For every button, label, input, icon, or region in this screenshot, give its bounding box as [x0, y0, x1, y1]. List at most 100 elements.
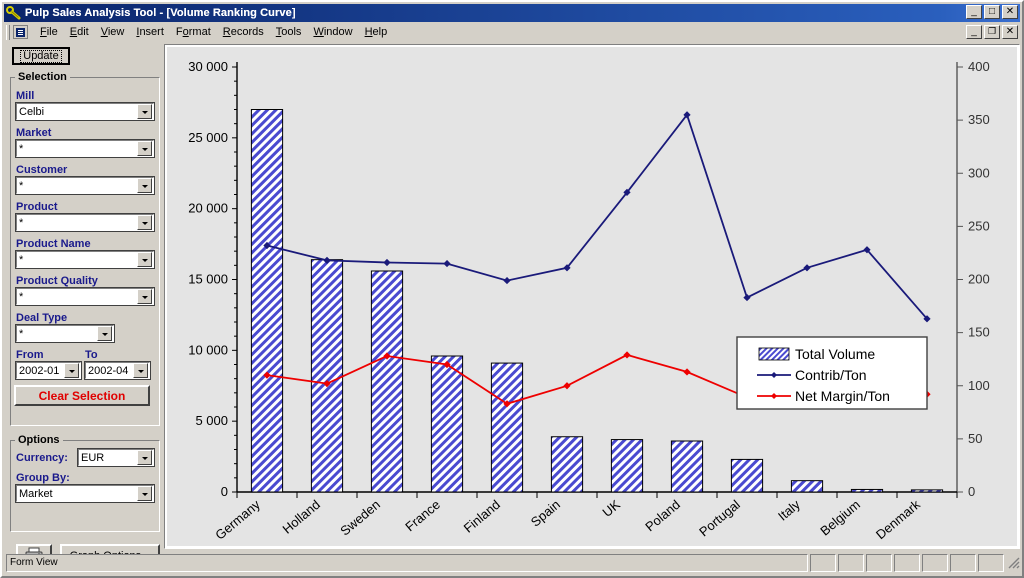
- combo-to-date[interactable]: 2002-04: [84, 361, 151, 380]
- mdi-minimize-button[interactable]: _: [966, 25, 982, 39]
- svg-text:5 000: 5 000: [195, 413, 228, 428]
- chevron-down-icon[interactable]: [137, 104, 152, 119]
- close-button[interactable]: ✕: [1002, 5, 1018, 19]
- update-button-label: Update: [20, 49, 62, 63]
- label-market: Market: [16, 127, 52, 139]
- chevron-down-icon[interactable]: [97, 326, 112, 341]
- combo-mill[interactable]: Celbi: [15, 102, 155, 121]
- chevron-down-icon[interactable]: [133, 363, 148, 378]
- title-bar: Pulp Sales Analysis Tool - [Volume Ranki…: [4, 4, 1020, 22]
- mdi-close-button[interactable]: ✕: [1002, 25, 1018, 39]
- menu-item-edit[interactable]: Edit: [64, 24, 95, 40]
- svg-text:350: 350: [968, 112, 990, 127]
- chart-bar: [310, 259, 344, 493]
- svg-text:250: 250: [968, 218, 990, 233]
- chart-bar: [430, 355, 464, 493]
- resize-grip[interactable]: [1006, 554, 1020, 572]
- menu-item-tools[interactable]: Tools: [270, 24, 308, 40]
- combo-product-quality[interactable]: *: [15, 287, 155, 306]
- selection-sidebar: Update Selection Mill Celbi Market * Cus…: [6, 44, 162, 568]
- menu-item-help[interactable]: Help: [359, 24, 394, 40]
- chart-bar: [790, 480, 824, 493]
- form-view-icon[interactable]: [13, 25, 28, 39]
- svg-text:200: 200: [968, 272, 990, 287]
- clear-selection-label: Clear Selection: [38, 388, 126, 403]
- combo-product-value: *: [19, 216, 24, 229]
- combo-from-date-value: 2002-01: [19, 364, 60, 377]
- label-group-by: Group By:: [16, 472, 70, 484]
- menu-item-format[interactable]: Format: [170, 24, 217, 40]
- status-text: Form View: [6, 554, 808, 572]
- chart-bar: [370, 270, 404, 493]
- label-currency: Currency:: [16, 452, 68, 464]
- status-cell: [894, 554, 920, 572]
- label-mill: Mill: [16, 90, 35, 102]
- chevron-down-icon[interactable]: [137, 215, 152, 230]
- menu-drag-grip[interactable]: [6, 24, 10, 40]
- svg-text:100: 100: [968, 378, 990, 393]
- chevron-down-icon[interactable]: [137, 486, 152, 501]
- combo-currency[interactable]: EUR: [77, 448, 155, 467]
- combo-group-by[interactable]: Market: [15, 484, 155, 503]
- menu-item-records[interactable]: Records: [217, 24, 270, 40]
- combo-from-date[interactable]: 2002-01: [15, 361, 82, 380]
- menu-item-insert[interactable]: Insert: [130, 24, 170, 40]
- mdi-restore-button[interactable]: ❐: [984, 25, 1000, 39]
- label-to: To: [85, 349, 98, 361]
- svg-text:400: 400: [968, 59, 990, 74]
- chevron-down-icon[interactable]: [137, 289, 152, 304]
- chart-bar: [250, 109, 284, 493]
- chevron-down-icon[interactable]: [137, 450, 152, 465]
- status-cell: [838, 554, 864, 572]
- legend-label: Contrib/Ton: [795, 367, 867, 383]
- chart-bar: [850, 488, 884, 493]
- chart-bar: [550, 436, 584, 493]
- chart-legend: Total Volume Contrib/Ton Net Margin/Ton: [736, 336, 928, 410]
- status-cell: [978, 554, 1004, 572]
- chevron-down-icon[interactable]: [137, 141, 152, 156]
- label-product-name: Product Name: [16, 238, 91, 250]
- combo-group-by-value: Market: [19, 487, 53, 500]
- mdi-window-controls: _ ❐ ✕: [966, 25, 1018, 39]
- chevron-down-icon[interactable]: [137, 178, 152, 193]
- label-from: From: [16, 349, 44, 361]
- combo-product-name[interactable]: *: [15, 250, 155, 269]
- menu-item-view[interactable]: View: [95, 24, 131, 40]
- label-product: Product: [16, 201, 58, 213]
- svg-text:10 000: 10 000: [188, 342, 228, 357]
- update-button[interactable]: Update: [12, 47, 70, 65]
- options-group-label: Options: [18, 434, 60, 446]
- window-controls: _ □ ✕: [966, 5, 1018, 19]
- clear-selection-button[interactable]: Clear Selection: [14, 385, 150, 406]
- menu-item-window[interactable]: Window: [307, 24, 358, 40]
- svg-text:50: 50: [968, 431, 982, 446]
- selection-group-label: Selection: [18, 71, 67, 83]
- svg-text:300: 300: [968, 165, 990, 180]
- maximize-button[interactable]: □: [984, 5, 1000, 19]
- combo-customer-value: *: [19, 179, 24, 192]
- status-cell: [866, 554, 892, 572]
- application-window: Pulp Sales Analysis Tool - [Volume Ranki…: [0, 0, 1024, 578]
- chart-bar: [610, 439, 644, 493]
- combo-product[interactable]: *: [15, 213, 155, 232]
- combo-product-name-value: *: [19, 253, 24, 266]
- app-title-icon: [6, 6, 22, 20]
- chart-bar: [910, 489, 944, 493]
- volume-ranking-chart: 0 5 000 10 000 15 000 20 000 25 000 30 000 0 50 1…: [167, 47, 1017, 546]
- chart-bar: [670, 440, 704, 493]
- menu-item-file[interactable]: File: [34, 24, 64, 40]
- combo-customer[interactable]: *: [15, 176, 155, 195]
- combo-deal-type[interactable]: *: [15, 324, 115, 343]
- chevron-down-icon[interactable]: [64, 363, 79, 378]
- combo-market-value: *: [19, 142, 24, 155]
- svg-text:20 000: 20 000: [188, 201, 228, 216]
- combo-to-date-value: 2002-04: [88, 364, 129, 377]
- combo-market[interactable]: *: [15, 139, 155, 158]
- svg-text:15 000: 15 000: [188, 272, 228, 287]
- legend-label: Total Volume: [795, 346, 875, 362]
- status-bar: Form View: [6, 554, 1020, 572]
- status-cell: [810, 554, 836, 572]
- chevron-down-icon[interactable]: [137, 252, 152, 267]
- minimize-button[interactable]: _: [966, 5, 982, 19]
- svg-text:25 000: 25 000: [188, 130, 228, 145]
